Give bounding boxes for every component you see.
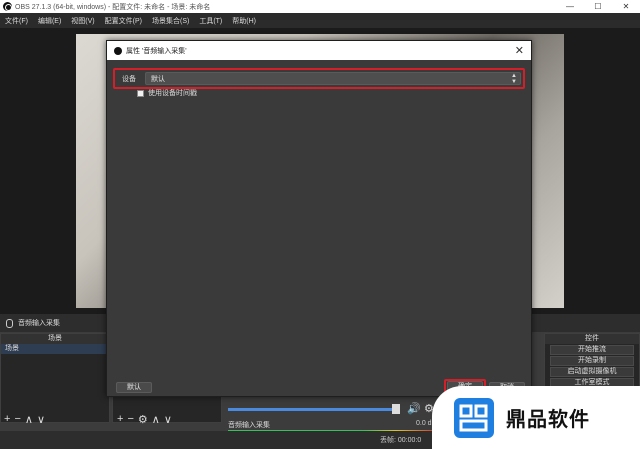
start-recording-button[interactable]: 开始录制 [550, 356, 634, 366]
dialog-title: 属性 '音频输入采集' [126, 47, 187, 55]
source-down-icon[interactable]: ∨ [164, 413, 172, 426]
device-select-value: 默认 [151, 76, 165, 83]
scene-item[interactable]: 场景 [1, 344, 109, 354]
dropdown-arrows-icon: ▲ ▼ [511, 73, 517, 85]
menu-profile[interactable]: 配置文件(P) [100, 16, 147, 26]
microphone-icon [6, 318, 13, 328]
use-device-timestamp-checkbox[interactable] [137, 89, 144, 97]
window-title: OBS 27.1.3 (64-bit, windows) - 配置文件: 未命名… [15, 3, 211, 11]
status-text: 丢帧: 00:00:0 [380, 437, 422, 444]
timestamp-checkbox-row: 使用设备时间戳 [137, 88, 197, 98]
properties-dialog: 属性 '音频输入采集' ✕ 设备 默认 ▲▼ 使用设备时间戳 默认 确定 取消 [106, 40, 532, 397]
maximize-button[interactable]: ☐ [584, 0, 612, 13]
remove-source-icon[interactable]: − [127, 413, 133, 425]
minimize-button[interactable]: — [556, 0, 584, 13]
obs-logo-icon [114, 46, 122, 55]
mixer-source-name: 音频输入采集 [228, 422, 270, 429]
add-source-icon[interactable]: + [117, 413, 123, 425]
scenes-header: 场景 [1, 334, 109, 344]
menu-file[interactable]: 文件(F) [0, 16, 33, 26]
defaults-button[interactable]: 默认 [116, 382, 152, 393]
watermark: 鼎品软件 [432, 386, 640, 449]
scenes-toolbar: + − ∧ ∨ [4, 410, 45, 428]
move-up-icon[interactable]: ∧ [25, 413, 33, 426]
device-label: 设备 [122, 76, 136, 83]
selected-source-label: 音频输入采集 [18, 320, 60, 327]
volume-slider[interactable] [228, 408, 398, 411]
menu-tools[interactable]: 工具(T) [194, 16, 227, 26]
controls-header: 控件 [545, 334, 639, 344]
add-scene-icon[interactable]: + [4, 413, 10, 425]
dialog-close-icon[interactable]: ✕ [515, 44, 524, 57]
watermark-text: 鼎品软件 [506, 407, 590, 431]
use-device-timestamp-label: 使用设备时间戳 [148, 90, 197, 97]
remove-scene-icon[interactable]: − [14, 413, 20, 425]
start-virtual-camera-button[interactable]: 启动虚拟摄像机 [550, 367, 634, 377]
menu-edit[interactable]: 编辑(E) [33, 16, 66, 26]
sources-toolbar: + − ⚙ ∧ ∨ [117, 410, 172, 428]
move-down-icon[interactable]: ∨ [37, 413, 45, 426]
start-streaming-button[interactable]: 开始推流 [550, 345, 634, 355]
volume-slider-thumb[interactable] [392, 404, 400, 414]
window-title-bar: OBS 27.1.3 (64-bit, windows) - 配置文件: 未命名… [0, 0, 640, 13]
device-row: 设备 默认 ▲ ▼ [113, 68, 525, 89]
obs-logo-icon [3, 2, 12, 11]
dialog-title-bar: 属性 '音频输入采集' ✕ [107, 41, 531, 60]
menu-view[interactable]: 视图(V) [66, 16, 99, 26]
watermark-logo-icon [454, 397, 494, 438]
source-settings-icon[interactable]: ⚙ [138, 413, 148, 426]
close-window-button[interactable]: ✕ [612, 0, 640, 13]
menu-help[interactable]: 帮助(H) [227, 16, 261, 26]
device-select[interactable]: 默认 ▲ ▼ [145, 72, 521, 85]
menu-scene-collection[interactable]: 场景集合(S) [147, 16, 194, 26]
source-up-icon[interactable]: ∧ [152, 413, 160, 426]
menu-bar: 文件(F) 编辑(E) 视图(V) 配置文件(P) 场景集合(S) 工具(T) … [0, 13, 640, 28]
speaker-icon[interactable]: 🔊 [407, 402, 421, 415]
